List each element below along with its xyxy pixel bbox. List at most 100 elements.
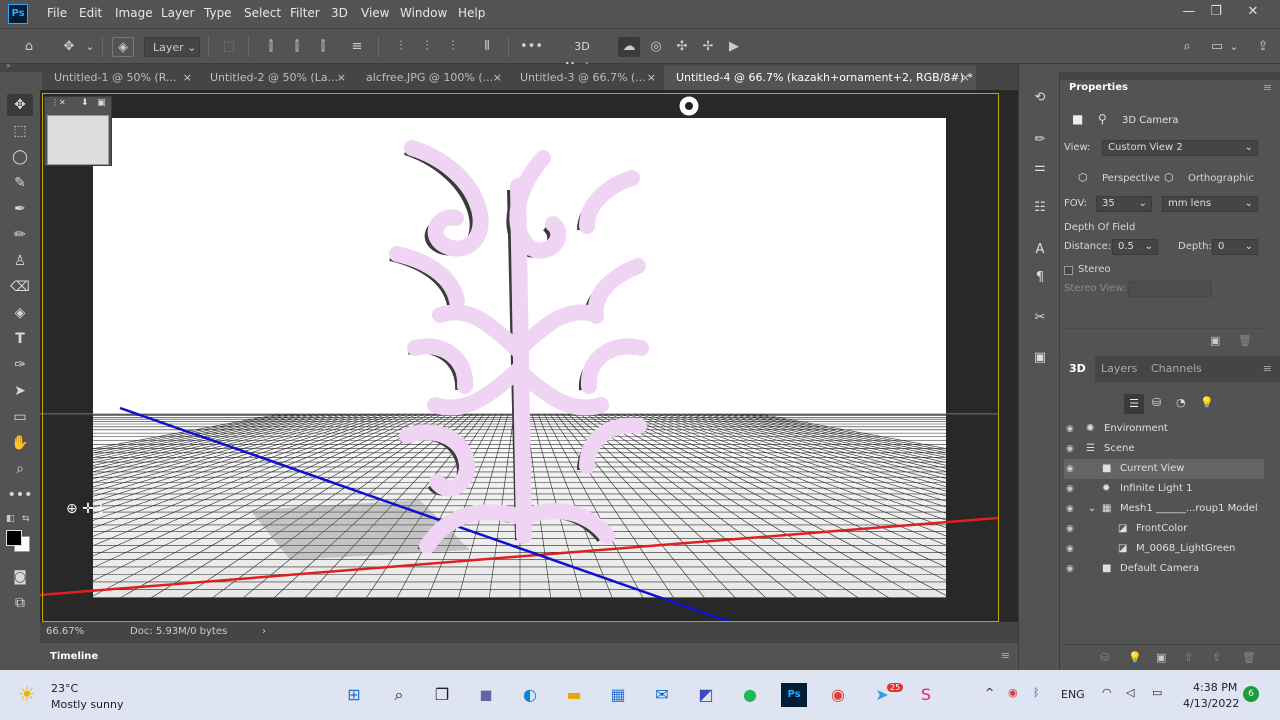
eye-icon[interactable]: ◉ <box>1066 559 1074 579</box>
orthographic-icon[interactable]: ⬡ <box>1164 171 1174 184</box>
add-mesh-icon[interactable]: ⛁ <box>1100 651 1109 664</box>
trash-icon[interactable]: 🗑 <box>1238 334 1252 347</box>
edge-icon[interactable]: ◐ <box>517 683 543 707</box>
weather-text[interactable]: Mostly sunny <box>51 698 123 711</box>
fov-input[interactable]: 35 ⌄ <box>1096 196 1152 212</box>
close-window-button[interactable]: ✕ <box>1240 2 1266 22</box>
paint-bucket-tool-icon[interactable]: ◈ <box>7 302 33 324</box>
close-tab-icon[interactable]: × <box>183 66 192 90</box>
eraser-tool-icon[interactable]: ⌫ <box>7 276 33 298</box>
list-item-default-camera[interactable]: ◉ ■ Default Camera <box>1064 559 1264 579</box>
tab-untitled-4[interactable]: Untitled-4 @ 66.7% (kazakh+ornament+2, R… <box>664 66 976 90</box>
file-explorer-icon[interactable]: ▬ <box>561 683 587 707</box>
whole-scene-icon[interactable]: ☰ <box>1124 394 1144 414</box>
rectangle-tool-icon[interactable]: ▭ <box>7 406 33 428</box>
render-icon[interactable]: ▣ <box>1156 651 1166 664</box>
close-tab-icon[interactable]: × <box>647 66 656 90</box>
close-tab-icon[interactable]: × <box>493 66 502 90</box>
eyedropper-tool-icon[interactable]: ✒ <box>7 198 33 220</box>
battery-icon[interactable]: ▭ <box>1152 686 1162 699</box>
workspace-icon[interactable]: ▭ <box>1206 37 1228 57</box>
swatches-icon[interactable]: ▣ <box>1030 348 1050 368</box>
timeline-tab[interactable]: Timeline <box>40 643 109 670</box>
eye-icon[interactable]: ◉ <box>1066 499 1074 519</box>
align-middle-icon[interactable]: ⫶ <box>418 37 436 57</box>
tab-3d[interactable]: 3D <box>1060 356 1095 382</box>
distribute-icon[interactable]: ≡ <box>348 37 366 57</box>
chevron-up-icon[interactable]: ^ <box>985 686 994 699</box>
marquee-tool-icon[interactable]: ⬚ <box>7 120 33 142</box>
pen-tool-icon[interactable]: ✑ <box>7 354 33 376</box>
mail-icon[interactable]: ✉ <box>649 683 675 707</box>
clock-date[interactable]: 4/13/2022 <box>1183 697 1239 710</box>
view-select[interactable]: Custom View 2 ⌄ <box>1102 140 1258 156</box>
spotify-icon[interactable]: ● <box>737 683 763 707</box>
bluetooth-icon[interactable]: ᛒ <box>1033 686 1040 699</box>
depth-input[interactable]: 0 ⌄ <box>1212 239 1258 255</box>
restore-button[interactable]: ❐ <box>1203 2 1229 22</box>
eye-icon[interactable]: ◉ <box>1066 439 1074 459</box>
zoom-level[interactable]: 66.67% <box>46 626 84 637</box>
menu-view[interactable]: View <box>361 6 389 20</box>
materials-icon[interactable]: ◔ <box>1176 396 1186 409</box>
align-top-icon[interactable]: ⫶ <box>392 37 410 57</box>
lasso-tool-icon[interactable]: ◯ <box>7 146 33 168</box>
menu-image[interactable]: Image <box>115 6 153 20</box>
tab-untitled-2[interactable]: Untitled-2 @ 50% (La... × <box>198 66 352 90</box>
swap-colors-icon[interactable]: ⇆ <box>22 514 30 524</box>
close-tab-icon[interactable]: × <box>961 66 970 90</box>
layers-menu-icon[interactable]: ≡ <box>1263 362 1272 375</box>
eye-icon[interactable]: ◉ <box>1066 519 1074 539</box>
language-indicator[interactable]: ENG <box>1061 688 1085 701</box>
menu-file[interactable]: File <box>47 6 67 20</box>
menu-layer[interactable]: Layer <box>161 6 194 20</box>
orbit-3d-icon[interactable]: ☁ <box>618 37 640 57</box>
menu-filter[interactable]: Filter <box>290 6 320 20</box>
tab-layers[interactable]: Layers <box>1092 356 1146 382</box>
adjustments-icon[interactable]: ⚌ <box>1030 158 1050 178</box>
perspective-icon[interactable]: ⬡ <box>1078 171 1088 184</box>
brush-settings-icon[interactable]: ✏ <box>1030 130 1050 150</box>
transform-controls-icon[interactable]: ⬚ <box>218 37 240 57</box>
perspective-label[interactable]: Perspective <box>1102 173 1160 184</box>
tab-channels[interactable]: Channels <box>1142 356 1211 382</box>
eye-icon[interactable]: ◉ <box>1066 419 1074 439</box>
add-light-icon[interactable]: 💡 <box>1128 651 1142 664</box>
align-right-icon[interactable]: ⫿ <box>314 37 332 57</box>
tray-app-icon[interactable]: ◉ <box>1008 686 1018 699</box>
move-tool-icon[interactable]: ✥ <box>7 94 33 116</box>
list-item-material[interactable]: ◉ ◪ M_0068_LightGreen <box>1064 539 1264 559</box>
menu-select[interactable]: Select <box>244 6 281 20</box>
delete-icon[interactable]: 🗑 <box>1242 651 1256 664</box>
hand-tool-icon[interactable]: ✋ <box>7 432 33 454</box>
list-item-environment[interactable]: ◉ ✺ Environment <box>1064 419 1264 439</box>
status-menu-icon[interactable]: › <box>262 626 266 637</box>
align-bottom-icon[interactable]: ⫶ <box>444 37 462 57</box>
layer-select[interactable]: Layer ⌄ <box>144 37 200 57</box>
lens-select[interactable]: mm lens ⌄ <box>1162 196 1258 212</box>
stamp-tool-icon[interactable]: ♙ <box>7 250 33 272</box>
teams-icon[interactable]: ◼ <box>473 683 499 707</box>
search-icon[interactable]: ⌕ <box>1176 37 1198 57</box>
stereo-checkbox[interactable] <box>1064 266 1073 275</box>
quick-mask-icon[interactable]: ◙ <box>7 566 33 588</box>
tab-untitled-3[interactable]: Untitled-3 @ 66.7% (... × <box>508 66 662 90</box>
list-item-frontcolor[interactable]: ◉ ◪ FrontColor <box>1064 519 1264 539</box>
app-icon[interactable]: ◩ <box>693 683 719 707</box>
new-layer-icon[interactable]: ⇪ <box>1212 651 1221 664</box>
temperature[interactable]: 23°C <box>51 682 78 695</box>
share-icon[interactable]: ⇪ <box>1252 37 1274 57</box>
properties-menu-icon[interactable]: ≡ <box>1263 81 1272 94</box>
tab-untitled-1[interactable]: Untitled-1 @ 50% (R... × <box>42 66 198 90</box>
panel-collapse-bar[interactable]: » <box>0 61 42 72</box>
start-icon[interactable]: ⊞ <box>341 683 367 707</box>
drop-to-plane-icon[interactable]: ⇧ <box>1184 651 1193 664</box>
eye-icon[interactable]: ◉ <box>1066 479 1074 499</box>
roll-3d-icon[interactable]: ◎ <box>646 37 666 57</box>
eye-icon[interactable]: ◉ <box>1066 459 1074 479</box>
timeline-menu-icon[interactable]: ≡ <box>1001 649 1010 662</box>
default-colors-icon[interactable]: ◧ <box>6 514 15 524</box>
chrome-icon[interactable]: ◉ <box>825 683 851 707</box>
slide-3d-icon[interactable]: ✢ <box>698 37 718 57</box>
menu-3d[interactable]: 3D <box>331 6 348 20</box>
